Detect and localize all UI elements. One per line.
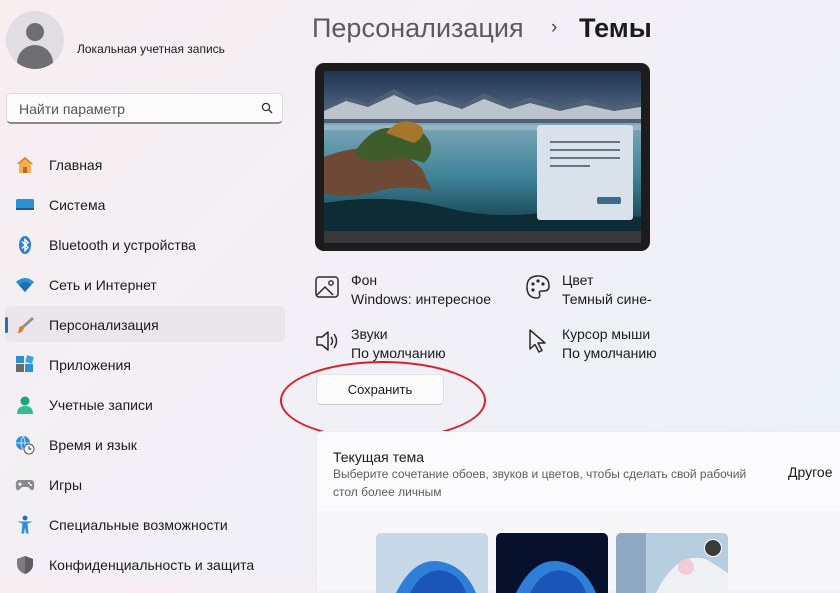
avatar-body-shape	[17, 45, 53, 69]
home-icon	[17, 157, 33, 173]
sidebar-item-system[interactable]: Система	[5, 186, 285, 222]
sidebar-item-label: Главная	[49, 157, 103, 173]
sidebar-item-label: Система	[49, 197, 106, 213]
current-theme-card[interactable]: Текущая тема Выберите сочетание обоев, з…	[316, 431, 840, 512]
slideshow-badge-icon	[704, 539, 722, 557]
globe-clock-icon	[16, 435, 35, 455]
sidebar-item-bluetooth[interactable]: Bluetooth и устройства	[5, 226, 285, 262]
bluetooth-icon	[19, 236, 31, 254]
sidebar-item-privacy[interactable]: Конфиденциальность и защита	[5, 546, 285, 582]
wifi-icon	[16, 278, 34, 292]
cursor-value: По умолчанию	[562, 345, 657, 361]
avatar-head-shape	[26, 23, 44, 41]
gamepad-icon	[15, 480, 35, 491]
theme-properties: Фон Windows: интересное Цвет Темный сине…	[314, 270, 834, 366]
monitor-icon	[16, 199, 34, 210]
breadcrumb-separator: ›	[551, 17, 558, 38]
search-input[interactable]	[17, 100, 251, 118]
sidebar-nav: Главная Система Bluetooth и устройства С…	[5, 146, 285, 586]
page-title: Темы	[579, 13, 652, 43]
sidebar-item-home[interactable]: Главная	[5, 146, 285, 182]
sidebar-item-accounts[interactable]: Учетные записи	[5, 386, 285, 422]
taskbar-preview	[324, 231, 641, 243]
theme-preview	[315, 63, 650, 251]
picture-icon	[315, 276, 339, 298]
person-icon	[17, 396, 33, 414]
sidebar-item-label: Специальные возможности	[49, 517, 228, 533]
sidebar-item-accessibility[interactable]: Специальные возможности	[5, 506, 285, 542]
current-theme-value: Другое	[788, 464, 833, 480]
sounds-value: По умолчанию	[351, 345, 446, 361]
background-value: Windows: интересное	[351, 291, 492, 307]
shield-icon	[17, 556, 33, 574]
accessibility-icon	[17, 515, 33, 534]
theme-thumbnail[interactable]	[616, 533, 728, 593]
account-avatar[interactable]	[6, 11, 64, 69]
sidebar-item-label: Учетные записи	[49, 397, 153, 413]
sidebar-item-label: Сеть и Интернет	[49, 277, 157, 293]
color-value: Темный сине-	[562, 291, 652, 307]
sidebar-item-label: Bluetooth и устройства	[49, 237, 196, 253]
account-name: Локальная учетная запись	[77, 42, 225, 56]
sidebar-item-label: Время и язык	[49, 437, 137, 453]
sidebar-item-label: Конфиденциальность и защита	[49, 557, 255, 573]
window-mockup	[537, 125, 633, 220]
search-icon[interactable]	[261, 102, 273, 114]
cursor-title: Курсор мыши	[562, 326, 651, 342]
theme-gallery	[316, 511, 840, 593]
apps-icon	[16, 355, 34, 372]
breadcrumb-parent[interactable]: Персонализация	[312, 13, 524, 44]
sidebar-item-gaming[interactable]: Игры	[5, 466, 285, 502]
sidebar-item-apps[interactable]: Приложения	[5, 346, 285, 382]
sidebar-item-label: Приложения	[49, 357, 131, 373]
cursor-icon	[529, 329, 546, 353]
sidebar-item-network[interactable]: Сеть и Интернет	[5, 266, 285, 302]
sidebar-item-label: Персонализация	[49, 317, 159, 333]
search-box[interactable]	[6, 93, 283, 124]
color-title: Цвет	[562, 272, 594, 288]
background-title: Фон	[351, 272, 378, 288]
brush-icon	[17, 317, 34, 333]
current-theme-title: Текущая тема	[333, 449, 425, 465]
palette-icon	[526, 275, 550, 299]
sidebar-item-personalization[interactable]: Персонализация	[5, 306, 285, 342]
sounds-title: Звуки	[351, 326, 388, 342]
sidebar-item-label: Игры	[49, 477, 83, 493]
current-theme-description: Выберите сочетание обоев, звуков и цвето…	[333, 467, 747, 499]
wallpaper-preview-image	[324, 71, 641, 231]
theme-thumbnail[interactable]	[496, 533, 608, 593]
theme-thumbnail[interactable]	[376, 533, 488, 593]
save-theme-button[interactable]: Сохранить	[316, 374, 444, 405]
speaker-icon	[316, 331, 338, 351]
sidebar-item-time-language[interactable]: Время и язык	[5, 426, 285, 462]
